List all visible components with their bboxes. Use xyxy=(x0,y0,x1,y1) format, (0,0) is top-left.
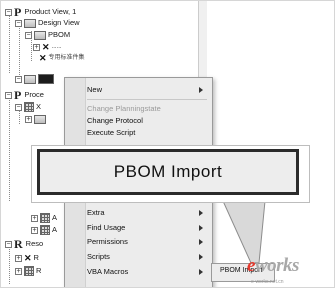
callout-label: PBOM Import xyxy=(113,162,223,181)
screenshot-frame: − P Product View, 1 − Design View − PBOM… xyxy=(0,0,335,288)
pbom-import-callout: PBOM Import xyxy=(37,149,299,195)
watermark-brand: works xyxy=(254,255,299,276)
e-works-watermark: eworks xyxy=(247,255,299,277)
watermark-subtitle: e-works.net.cn xyxy=(251,279,284,285)
watermark-e: e xyxy=(247,255,255,276)
